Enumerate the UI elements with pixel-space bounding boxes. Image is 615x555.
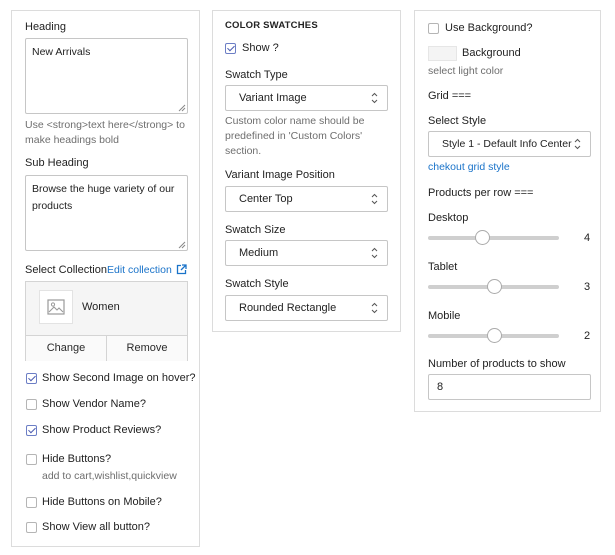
collection-card: Women Change Remove bbox=[25, 281, 188, 361]
slider-track[interactable] bbox=[428, 236, 559, 240]
change-collection-button[interactable]: Change bbox=[26, 335, 107, 361]
use-background-checkbox[interactable] bbox=[428, 23, 439, 34]
select-style-label: Select Style bbox=[428, 115, 487, 127]
slider-thumb[interactable] bbox=[486, 279, 502, 294]
show-swatches-label: Show ? bbox=[242, 42, 279, 54]
swatch-type-value: Variant Image bbox=[239, 92, 307, 104]
swatch-type-help: Custom color name should be predefined i… bbox=[225, 115, 365, 157]
resize-handle-icon[interactable] bbox=[178, 241, 186, 249]
slider-value: 4 bbox=[584, 232, 591, 244]
select-collection-label: Select Collection bbox=[25, 264, 107, 276]
select-arrows-icon bbox=[371, 302, 378, 314]
checkout-grid-style-link[interactable]: chekout grid style bbox=[428, 161, 510, 173]
collection-name: Women bbox=[82, 301, 120, 313]
checkbox[interactable] bbox=[26, 399, 37, 410]
subheading-label: Sub Heading bbox=[25, 157, 89, 169]
external-link-icon[interactable] bbox=[176, 264, 187, 275]
slider-label: Tablet bbox=[428, 261, 458, 273]
color-swatches-title: COLOR SWATCHES bbox=[225, 20, 318, 31]
slider-label: Mobile bbox=[428, 310, 461, 322]
slider-thumb[interactable] bbox=[486, 328, 502, 343]
select-arrows-icon bbox=[574, 138, 581, 150]
heading-help-text: Use <strong>text here</strong> to make h… bbox=[25, 119, 185, 146]
subheading-textarea[interactable]: Browse the huge variety of our products bbox=[25, 175, 188, 251]
products-to-show-label: Number of products to show bbox=[428, 358, 566, 370]
checkbox[interactable] bbox=[26, 522, 37, 533]
slider-value: 3 bbox=[584, 281, 591, 293]
edit-collection-link[interactable]: Edit collection bbox=[107, 264, 172, 276]
use-background-label: Use Background? bbox=[445, 22, 533, 34]
variant-position-select[interactable]: Center Top bbox=[225, 186, 388, 212]
change-button-label: Change bbox=[46, 342, 86, 354]
checkbox-label: Show View all button? bbox=[42, 521, 151, 533]
swatch-size-label: Swatch Size bbox=[225, 224, 286, 236]
remove-collection-button[interactable]: Remove bbox=[107, 335, 187, 361]
select-arrows-icon bbox=[371, 92, 378, 104]
checkbox-label: Show Vendor Name? bbox=[42, 398, 146, 410]
checkbox-label: Show Second Image on hover? bbox=[42, 372, 196, 384]
swatch-style-label: Swatch Style bbox=[225, 278, 289, 290]
select-arrows-icon bbox=[371, 247, 378, 259]
swatch-type-label: Swatch Type bbox=[225, 69, 288, 81]
image-placeholder-icon bbox=[47, 299, 65, 315]
checkbox[interactable] bbox=[26, 497, 37, 508]
slider-thumb[interactable] bbox=[474, 230, 490, 245]
remove-button-label: Remove bbox=[126, 342, 168, 354]
swatch-style-value: Rounded Rectangle bbox=[239, 302, 337, 314]
checkbox-label: Hide Buttons? bbox=[42, 453, 112, 465]
background-color-swatch[interactable] bbox=[428, 46, 457, 61]
checkbox[interactable] bbox=[26, 425, 37, 436]
swatch-style-select[interactable]: Rounded Rectangle bbox=[225, 295, 388, 321]
swatch-type-select[interactable]: Variant Image bbox=[225, 85, 388, 111]
checkbox[interactable] bbox=[26, 454, 37, 465]
variant-position-label: Variant Image Position bbox=[225, 169, 335, 181]
products-to-show-input[interactable] bbox=[428, 374, 591, 400]
grid-style-select[interactable]: Style 1 - Default Info Center bbox=[428, 131, 591, 157]
background-help: select light color bbox=[428, 65, 504, 77]
grid-style-value: Style 1 - Default Info Center bbox=[442, 138, 572, 150]
checkbox-label: Hide Buttons on Mobile? bbox=[42, 496, 162, 508]
collection-thumbnail bbox=[39, 290, 73, 324]
resize-handle-icon[interactable] bbox=[178, 104, 186, 112]
color-swatches-panel: COLOR SWATCHES Show ? Swatch Type Varian… bbox=[212, 10, 401, 332]
checkbox[interactable] bbox=[26, 373, 37, 384]
checkbox-label: Show Product Reviews? bbox=[42, 424, 162, 436]
swatch-size-value: Medium bbox=[239, 247, 279, 259]
variant-position-value: Center Top bbox=[239, 193, 293, 205]
swatch-size-select[interactable]: Medium bbox=[225, 240, 388, 266]
grid-heading: Grid === bbox=[428, 90, 472, 102]
checkbox-help-text: add to cart,wishlist,quickview bbox=[42, 470, 177, 482]
slider-value: 2 bbox=[584, 330, 591, 342]
background-label: Background bbox=[462, 47, 521, 59]
slider-label: Desktop bbox=[428, 212, 469, 224]
products-per-row-heading: Products per row === bbox=[428, 187, 534, 199]
grid-settings-panel: Use Background? Background select light … bbox=[414, 10, 601, 412]
heading-label: Heading bbox=[25, 21, 66, 33]
show-swatches-checkbox[interactable] bbox=[225, 43, 236, 54]
left-settings-panel: Heading New Arrivals Use <strong>text he… bbox=[11, 10, 200, 547]
heading-textarea[interactable]: New Arrivals bbox=[25, 38, 188, 114]
select-arrows-icon bbox=[371, 193, 378, 205]
